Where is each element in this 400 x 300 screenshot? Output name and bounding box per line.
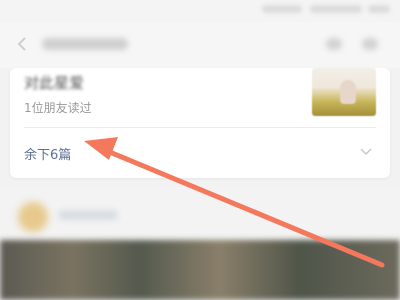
article-thumbnail[interactable] xyxy=(312,68,376,116)
status-bar xyxy=(0,0,400,22)
more-icon[interactable] xyxy=(362,38,378,50)
feed-image[interactable] xyxy=(0,240,400,300)
header-bar xyxy=(0,22,400,68)
page-title xyxy=(42,38,128,50)
status-icons xyxy=(262,5,302,13)
status-icons xyxy=(310,5,362,13)
article-card: 对此星爱 1位朋友读过 余下6篇 xyxy=(10,68,390,178)
thumbnail-figure xyxy=(340,80,356,104)
divider xyxy=(24,127,376,128)
search-icon[interactable] xyxy=(326,38,342,50)
next-feed-item xyxy=(0,188,400,300)
remaining-articles-link[interactable]: 余下6篇 xyxy=(24,144,71,163)
article-title[interactable]: 对此星爱 xyxy=(24,72,84,93)
avatar[interactable] xyxy=(18,202,48,232)
back-icon[interactable] xyxy=(14,36,30,52)
friends-read-count: 1位朋友读过 xyxy=(24,101,92,115)
chevron-down-icon[interactable] xyxy=(360,148,372,156)
account-name[interactable] xyxy=(58,210,118,220)
battery-icon xyxy=(368,5,390,13)
